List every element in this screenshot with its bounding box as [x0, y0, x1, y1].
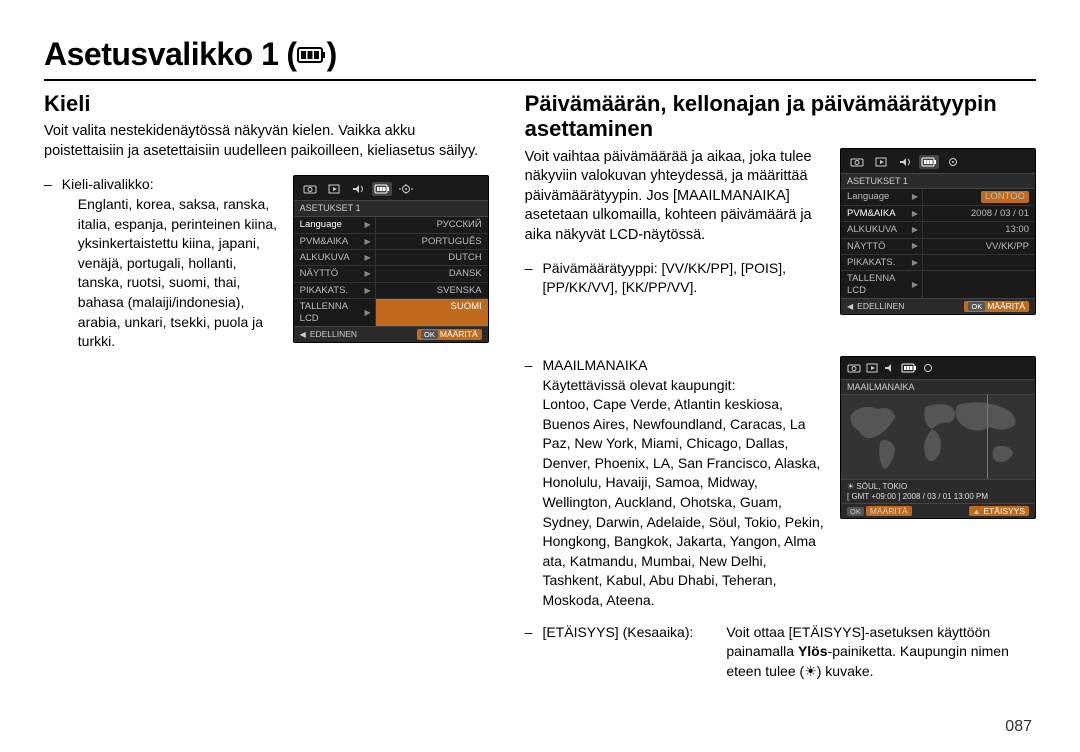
lcd-footer: OKMÄÄRITÄ ETÄISYYS	[841, 503, 1035, 518]
lcd-footer: EDELLINEN OKMÄÄRITÄ	[841, 298, 1035, 314]
camera-mode-icon	[847, 363, 861, 375]
footer-back-label: EDELLINEN	[300, 329, 357, 340]
worldtime-cities: Lontoo, Cape Verde, Atlantin keskiosa, B…	[542, 395, 826, 611]
lcd-tabbar	[841, 361, 1035, 379]
lcd-datetime-panel: ASETUKSET 1 Language▶LONTOO PVM&AIKA▶200…	[840, 148, 1036, 315]
world-map-graphic	[841, 395, 1035, 479]
page-title-text: Asetusvalikko 1	[44, 36, 278, 73]
language-intro: Voit valita nestekidenäytössä näkyvän ki…	[44, 122, 489, 161]
lcd-row: Language▶LONTOO	[841, 189, 1035, 205]
footer-back-label: EDELLINEN	[847, 301, 904, 312]
date-format-bullet: – Päivämäärätyyppi: [VV/KK/PP], [POIS], …	[525, 259, 801, 298]
datetime-intro: Voit vaihtaa päivämäärää ja aikaa, joka …	[525, 148, 826, 246]
lcd-worldmap-panel: MAAILMANAIKA ☀ SÖUL, TOKIO	[840, 356, 1036, 519]
sound-mode-icon	[883, 363, 897, 375]
setup1-mode-icon	[919, 155, 939, 169]
date-format-label: Päivämäärätyyppi:	[542, 260, 657, 276]
right-column: Päivämäärän, kellonajan ja päivämäärä­ty…	[525, 91, 1036, 688]
dst-bullet: – [ETÄISYYS] (Kesaaika): Voit ottaa [ETÄ…	[525, 623, 1036, 682]
dash-icon: –	[525, 259, 533, 298]
lcd-footer: EDELLINEN OKMÄÄRITÄ	[294, 326, 488, 342]
worldtime-label: MAAILMANAIKA	[542, 356, 826, 376]
dash-icon: –	[44, 175, 52, 351]
lcd-row: NÄYTTÖ▶VV/KK/PP	[841, 239, 1035, 255]
setup2-mode-icon	[396, 182, 416, 196]
dash-icon: –	[525, 623, 533, 682]
camera-mode-icon	[847, 155, 867, 169]
lcd-row: NÄYTTÖ▶DANSK	[294, 266, 488, 282]
lcd-panel-label: MAAILMANAIKA	[841, 379, 1035, 395]
lcd-row: PIKAKATS.▶	[841, 255, 1035, 271]
lcd-list: Language▶LONTOO PVM&AIKA▶2008 / 03 / 01 …	[841, 189, 1035, 298]
worldtime-bullet: – MAAILMANAIKA Käytettävissä olevat kaup…	[525, 356, 826, 617]
language-submenu-label: Kieli-alivalikko:	[62, 175, 279, 195]
lcd-tabbar	[841, 153, 1035, 173]
lcd-panel-label: ASETUKSET 1	[294, 200, 488, 217]
section-heading-datetime: Päivämäärän, kellonajan ja päivämäärä­ty…	[525, 91, 1036, 142]
play-mode-icon	[871, 155, 891, 169]
lcd-panel-label: ASETUKSET 1	[841, 173, 1035, 190]
sound-mode-icon	[348, 182, 368, 196]
camera-mode-icon	[300, 182, 320, 196]
sound-mode-icon	[895, 155, 915, 169]
page-number: 087	[1005, 718, 1032, 736]
worldtime-sub: Käytettävissä olevat kaupungit:	[542, 376, 826, 396]
content-columns: Kieli Voit valita nestekidenäytössä näky…	[44, 91, 1036, 688]
setup2-mode-icon	[921, 363, 935, 375]
dst-bold: Ylös	[798, 643, 828, 659]
lcd-row: ALKUKUVA▶DUTCH	[294, 250, 488, 266]
lcd-row: TALLENNA LCD▶SUOMI	[294, 299, 488, 326]
page-title: Asetusvalikko 1 ()	[44, 36, 1036, 81]
lcd-row: Language▶РУССКИЙ	[294, 217, 488, 233]
dst-text-c: ) kuvake.	[817, 663, 874, 679]
dst-label: [ETÄISYYS] (Kesaaika):	[542, 623, 722, 643]
worldtime-row: – MAAILMANAIKA Käytettävissä olevat kaup…	[525, 356, 1036, 617]
lcd-row: ALKUKUVA▶13:00	[841, 222, 1035, 238]
section-heading-language: Kieli	[44, 91, 489, 116]
dash-icon: –	[525, 356, 533, 611]
play-mode-icon	[865, 363, 879, 375]
left-column: Kieli Voit valita nestekidenäytössä näky…	[44, 91, 489, 688]
dst-sun-icon: ☀	[847, 482, 854, 491]
dst-sun-icon: ☀	[804, 662, 817, 682]
lcd-row: PVM&AIKA▶PORTUGUÊS	[294, 234, 488, 250]
lcd-row: PVM&AIKA▶2008 / 03 / 01	[841, 206, 1035, 222]
lcd-row: TALLENNA LCD▶	[841, 271, 1035, 298]
setup2-mode-icon	[943, 155, 963, 169]
language-list: Englanti, korea, saksa, ranska, italia, …	[78, 195, 279, 352]
play-mode-icon	[324, 182, 344, 196]
lcd-tabbar	[294, 180, 488, 200]
setup-menu-icon: ()	[286, 36, 336, 73]
language-bullet: – Kieli-alivalikko: Englanti, korea, sak…	[44, 175, 279, 357]
setup1-mode-icon	[901, 363, 917, 375]
lcd-language-panel: ASETUKSET 1 Language▶РУССКИЙ PVM&AIKA▶PO…	[293, 175, 489, 342]
language-body-row: – Kieli-alivalikko: Englanti, korea, sak…	[44, 175, 489, 357]
setup1-mode-icon	[372, 182, 392, 196]
lcd-list: Language▶РУССКИЙ PVM&AIKA▶PORTUGUÊS ALKU…	[294, 217, 488, 326]
lcd-row: PIKAKATS.▶SVENSKA	[294, 283, 488, 299]
map-info: ☀ SÖUL, TOKIO [ GMT +09:00 ] 2008 / 03 /…	[841, 479, 1035, 503]
